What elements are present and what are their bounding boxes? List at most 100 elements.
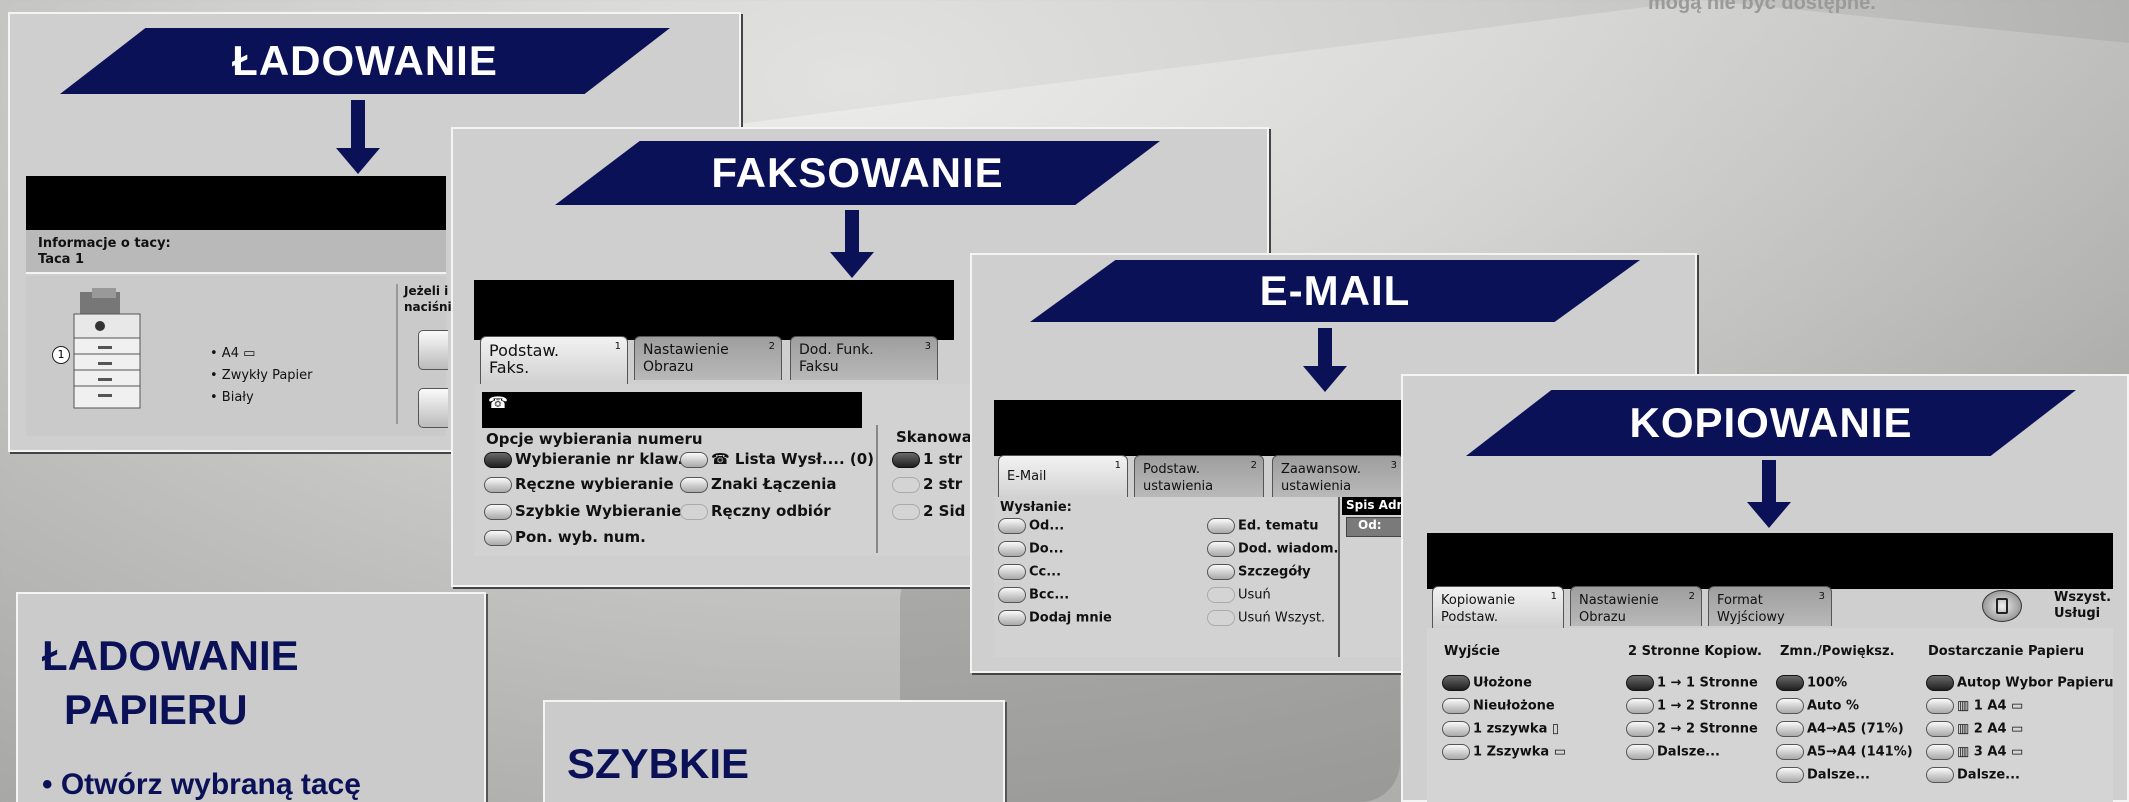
manual-dial-option[interactable]: Ręczne wybieranie <box>484 475 674 493</box>
bcc-button[interactable]: Bcc... <box>998 587 1069 603</box>
zoom-141-option[interactable]: A5→A4 (141%) <box>1776 744 1913 760</box>
tab-label: Nastawienie <box>643 342 729 358</box>
add-message-button[interactable]: Dod. wiadom. <box>1207 541 1338 557</box>
option-label: Auto % <box>1807 698 1860 714</box>
tab-number: 3 <box>1818 591 1825 602</box>
tab-copy-basic[interactable]: Kopiowanie Podstaw. 1 <box>1432 586 1564 630</box>
dial-keypad-option[interactable]: Wybieranie nr klaw. <box>484 450 683 468</box>
option-label: 1 Zszywka ▭ <box>1473 744 1567 760</box>
tab-fax-basic[interactable]: Podstaw. Faks. 1 <box>480 336 628 386</box>
tray-button-2[interactable] <box>418 388 448 428</box>
tab-email[interactable]: E-Mail 1 <box>998 455 1128 501</box>
remove-button[interactable]: Usuń <box>1207 587 1271 603</box>
radio-icon <box>1776 744 1804 760</box>
tab-number: 3 <box>1390 460 1397 471</box>
zoom-auto-option[interactable]: Auto % <box>1776 698 1859 714</box>
option-label: Znaki Łączenia <box>711 475 837 493</box>
remove-all-button[interactable]: Usuń Wszyst. <box>1207 610 1325 626</box>
option-label: Wybieranie nr klaw. <box>515 450 684 468</box>
add-me-button[interactable]: Dodaj mnie <box>998 610 1112 626</box>
scan-2-sided[interactable]: 2 str <box>892 475 962 493</box>
option-label: Ręczny odbiór <box>711 502 831 520</box>
cc-button[interactable]: Cc... <box>998 564 1061 580</box>
tray-2-option[interactable]: ▥ 2 A4 ▭ <box>1926 721 2023 737</box>
option-label: Dalsze... <box>1807 767 1870 783</box>
option-label: ☎ Lista Wysł.... (0) <box>711 450 875 468</box>
details-button[interactable]: Szczegóły <box>1207 564 1311 580</box>
copy-arrow <box>1747 460 1791 528</box>
fax-screen-header <box>474 280 954 340</box>
auto-paper-option[interactable]: Autop Wybor Papieru <box>1926 675 2113 691</box>
copy-banner: KOPIOWANIE <box>1466 390 2076 456</box>
radio-icon <box>1776 675 1804 691</box>
tab-label: Zaawansow. <box>1281 462 1361 477</box>
tab-fax-image[interactable]: Nastawienie Obrazu 2 <box>634 336 782 380</box>
tray-3-option[interactable]: ▥ 3 A4 ▭ <box>1926 744 2023 760</box>
collated-option[interactable]: Ułożone <box>1442 675 1532 691</box>
manual-receive-option[interactable]: Ręczny odbiór <box>680 502 831 520</box>
duplex-1-1-option[interactable]: 1 → 1 Stronne <box>1626 675 1758 691</box>
tab-fax-extra[interactable]: Dod. Funk. Faksu 3 <box>790 336 938 380</box>
option-label: Dod. wiadom. <box>1238 541 1339 557</box>
duplex-2-2-option[interactable]: 2 → 2 Stronne <box>1626 721 1758 737</box>
option-label: Usuń Wszyst. <box>1238 610 1326 626</box>
option-label: 2 → 2 Stronne <box>1657 721 1758 737</box>
tray-note-line1: Jeżeli i <box>404 284 449 298</box>
phone-icon: ☎ <box>488 393 508 412</box>
services-icon <box>1996 598 2008 614</box>
dial-characters-option[interactable]: Znaki Łączenia <box>680 475 837 493</box>
radio-icon <box>1207 541 1235 557</box>
duplex-more-option[interactable]: Dalsze... <box>1626 744 1720 760</box>
zoom-71-option[interactable]: A4→A5 (71%) <box>1776 721 1904 737</box>
option-label: Szczegóły <box>1238 564 1311 580</box>
radio-icon <box>892 451 920 468</box>
address-from-label: Od: <box>1358 518 1382 532</box>
radio-icon <box>484 503 512 520</box>
loading-banner: ŁADOWANIE <box>60 28 670 94</box>
paper-loading-title2: PAPIERU <box>64 686 248 733</box>
tab-email-basic[interactable]: Podstaw. ustawienia 2 <box>1134 455 1264 497</box>
scan-1-sided[interactable]: 1 str <box>892 450 962 468</box>
edit-subject-button[interactable]: Ed. tematu <box>1207 518 1318 534</box>
radio-icon <box>1776 721 1804 737</box>
tab-copy-image[interactable]: Nastawienie Obrazu 2 <box>1570 586 1702 626</box>
tray-info-label: Informacje o tacy: <box>38 236 171 251</box>
radio-icon <box>1926 675 1954 691</box>
radio-icon <box>998 541 1026 557</box>
tab-number: 2 <box>768 341 775 352</box>
copier-machine-icon <box>73 288 141 409</box>
duplex-1-2-option[interactable]: 1 → 2 Stronne <box>1626 698 1758 714</box>
option-label: Dodaj mnie <box>1029 610 1112 626</box>
scan-2-sided-rotate[interactable]: 2 Sid <box>892 502 965 520</box>
staple-portrait-option[interactable]: 1 zszywka ▯ <box>1442 721 1559 737</box>
uncollated-option[interactable]: Nieułożone <box>1442 698 1555 714</box>
paper-loading-title1: ŁADOWANIE <box>42 632 299 679</box>
radio-icon <box>998 518 1026 534</box>
radio-icon <box>1626 675 1654 691</box>
radio-icon <box>1626 721 1654 737</box>
option-label: 100% <box>1807 675 1848 691</box>
all-services-button[interactable] <box>1982 590 2022 622</box>
tray-button-1[interactable] <box>418 330 448 370</box>
redial-option[interactable]: Pon. wyb. num. <box>484 528 646 546</box>
loading-screen-header <box>26 176 446 230</box>
staple-landscape-option[interactable]: 1 Zszywka ▭ <box>1442 744 1566 760</box>
tab-copy-output[interactable]: Format Wyjściowy 3 <box>1708 586 1832 626</box>
tray-1-option[interactable]: ▥ 1 A4 ▭ <box>1926 698 2023 714</box>
speed-dial-option[interactable]: Szybkie Wybieranie <box>484 502 681 520</box>
output-header: Wyjście <box>1444 644 1500 659</box>
zoom-more-option[interactable]: Dalsze... <box>1776 767 1870 783</box>
tab-label: Podstaw. <box>1441 610 1498 625</box>
tab-label: Faksu <box>799 359 839 375</box>
fax-number-field[interactable] <box>482 392 862 428</box>
option-label: Od... <box>1029 518 1065 534</box>
fax-arrow <box>830 210 874 278</box>
tab-email-advanced[interactable]: Zaawansow. ustawienia 3 <box>1272 455 1404 497</box>
from-button[interactable]: Od... <box>998 518 1064 534</box>
to-button[interactable]: Do... <box>998 541 1064 557</box>
send-list-option[interactable]: ☎ Lista Wysł.... (0) <box>680 450 874 468</box>
send-label: Wysłanie: <box>1000 500 1072 515</box>
paper-more-option[interactable]: Dalsze... <box>1926 767 2020 783</box>
zoom-100-option[interactable]: 100% <box>1776 675 1847 691</box>
option-label: Ed. tematu <box>1238 518 1319 534</box>
